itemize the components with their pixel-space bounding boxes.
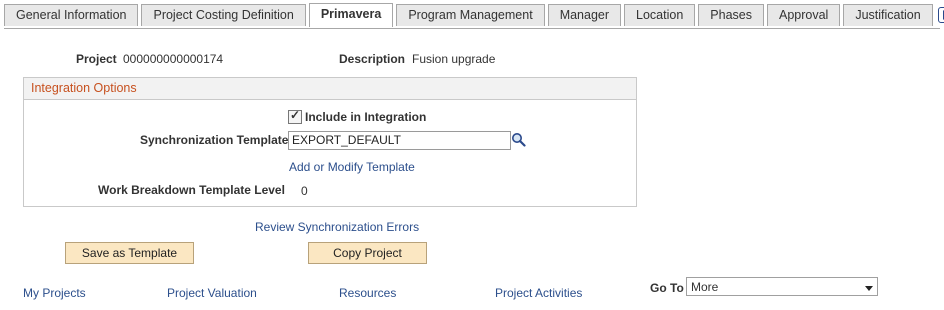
sync-template-input[interactable]: EXPORT_DEFAULT	[288, 131, 511, 150]
review-sync-errors-link[interactable]: Review Synchronization Errors	[255, 220, 419, 234]
tab-location[interactable]: Location	[624, 4, 696, 26]
copy-project-button[interactable]: Copy Project	[308, 242, 427, 264]
include-in-integration-label: Include in Integration	[305, 110, 427, 124]
goto-selected-value: More	[691, 280, 719, 294]
save-as-template-button[interactable]: Save as Template	[65, 242, 194, 264]
project-value: 000000000000174	[123, 52, 224, 66]
tab-manager[interactable]: Manager	[547, 4, 622, 26]
goto-label: Go To	[650, 281, 684, 295]
tab-divider	[4, 28, 940, 29]
tab-project-costing-definition[interactable]: Project Costing Definition	[141, 4, 306, 26]
tab-primavera[interactable]: Primavera	[308, 3, 394, 29]
tab-approval[interactable]: Approval	[767, 4, 841, 26]
my-projects-link[interactable]: My Projects	[23, 286, 86, 300]
description-value: Fusion upgrade	[412, 52, 496, 66]
resources-link[interactable]: Resources	[339, 286, 396, 300]
tab-bar: General Information Project Costing Defi…	[4, 3, 944, 29]
project-valuation-link[interactable]: Project Valuation	[167, 286, 257, 300]
integration-options-title: Integration Options	[24, 78, 636, 100]
sync-template-label: Synchronization Template	[140, 133, 289, 147]
add-modify-template-link[interactable]: Add or Modify Template	[289, 160, 415, 174]
chevron-down-icon	[865, 286, 873, 291]
description-label: Description	[339, 52, 406, 66]
search-icon[interactable]	[511, 132, 526, 147]
include-in-integration-checkbox[interactable]	[288, 108, 302, 124]
tab-general-information[interactable]: General Information	[4, 4, 139, 26]
project-label: Project	[76, 52, 117, 66]
goto-select[interactable]: More	[686, 277, 878, 296]
tab-program-management[interactable]: Program Management	[396, 4, 545, 26]
wbs-template-level-label: Work Breakdown Template Level	[98, 183, 285, 197]
tab-phases[interactable]: Phases	[698, 4, 764, 26]
next-tab-icon[interactable]	[937, 7, 944, 23]
tab-justification[interactable]: Justification	[843, 4, 933, 26]
wbs-template-level-value: 0	[301, 184, 308, 198]
project-activities-link[interactable]: Project Activities	[495, 286, 582, 300]
